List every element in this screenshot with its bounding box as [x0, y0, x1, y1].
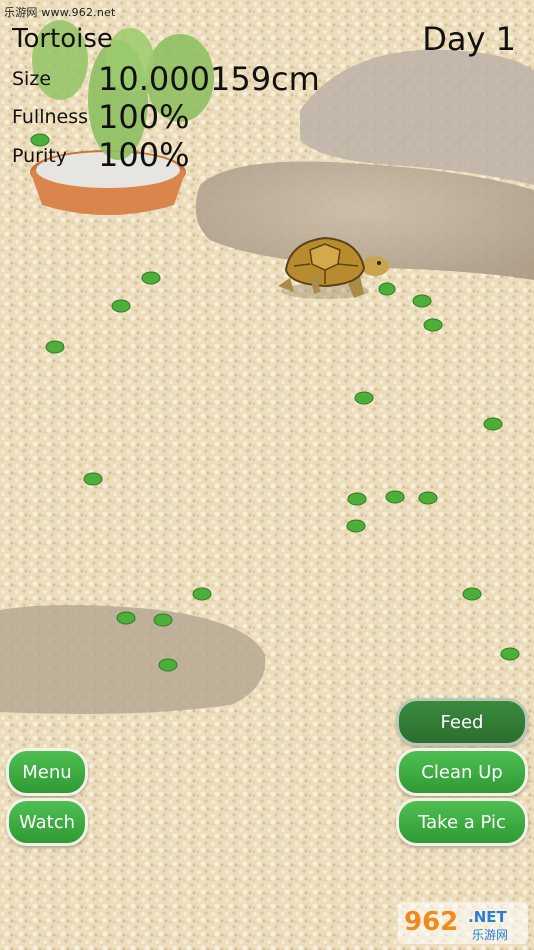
size-value: 10.000159cm — [98, 60, 320, 98]
leaf — [385, 490, 405, 504]
logo-number: 962 — [404, 907, 458, 937]
leaf — [116, 611, 136, 625]
leaf — [500, 647, 520, 661]
feed-button[interactable]: Feed — [396, 698, 528, 746]
leaf — [45, 340, 65, 354]
site-logo: 962 .NET 乐游网 — [398, 902, 528, 944]
logo-suffix: .NET — [468, 908, 507, 926]
leaf — [354, 391, 374, 405]
take-pic-button[interactable]: Take a Pic — [396, 798, 528, 846]
day-counter: Day 1 — [422, 20, 516, 58]
leaf — [462, 587, 482, 601]
purity-label: Purity — [12, 145, 67, 167]
size-label: Size — [12, 68, 52, 90]
leaf — [346, 519, 366, 533]
leaf — [423, 318, 443, 332]
leaf — [158, 658, 178, 672]
leaf — [418, 491, 438, 505]
leaf — [412, 294, 432, 308]
leaf — [483, 417, 503, 431]
leaf — [141, 271, 161, 285]
clean-up-button[interactable]: Clean Up — [396, 748, 528, 796]
leaf — [378, 282, 396, 296]
leaf — [347, 492, 367, 506]
menu-button[interactable]: Menu — [6, 748, 88, 796]
leaf — [192, 587, 212, 601]
purity-value: 100% — [98, 136, 190, 174]
fullness-label: Fullness — [12, 106, 89, 128]
watermark-top: 乐游网 www.962.net — [4, 6, 116, 19]
logo-cn-text: 乐游网 — [472, 928, 508, 942]
pet-name: Tortoise — [12, 24, 113, 54]
leaf — [153, 613, 173, 627]
watch-button[interactable]: Watch — [6, 798, 88, 846]
leaf — [83, 472, 103, 486]
leaf — [111, 299, 131, 313]
fullness-value: 100% — [98, 98, 190, 136]
